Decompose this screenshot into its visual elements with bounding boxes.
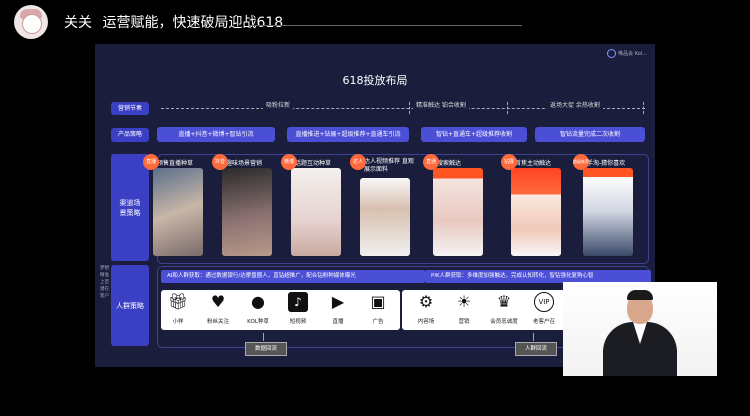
tv-icon: ▶ [331, 292, 345, 311]
header-underline [250, 25, 522, 26]
author-avatar[interactable] [14, 5, 48, 39]
channel-thumbnail [583, 168, 633, 256]
product-strategy-1: 直播+抖音+微博+智钻引流 [157, 127, 275, 142]
product-strategy-4: 智钻流量完成二次收割 [535, 127, 645, 142]
product-strategy-2: 直播推进+钻展+超级推荐+直通车引流 [287, 127, 409, 142]
channel-card-recommend: 超级推荐 手淘-猜你喜欢 [573, 154, 636, 258]
channel-caption: 搜索触达 [437, 160, 462, 167]
channel-caption: 首焦主动触达 [515, 160, 552, 167]
crowd-item-shortvideo: ♪ 短视频 [281, 292, 315, 325]
hearts-icon: ♥ [210, 292, 226, 311]
channel-caption: 达人视频推荐 直观展示面料 [364, 158, 414, 173]
slide-title: 618投放布局 [342, 74, 408, 87]
crowd-item-sample: 🎁︎ 小样 [161, 292, 195, 325]
logo-text: 唯品会 Kol... [618, 51, 647, 57]
channel-card-banner: 钻展 首焦主动触达 [501, 154, 564, 258]
badge-douyin: 抖音 [212, 154, 228, 170]
crowd-item-live: ▶ 直播 [321, 292, 355, 325]
crowd-item-loyalty: ♛ 会员忠诚度 [487, 292, 521, 325]
crowd-item-content: ⚙ 内容场 [409, 292, 443, 325]
timeline-phase-1: 吸粉拉新 [263, 100, 294, 109]
presenter-figure [603, 290, 677, 376]
crowd-item-label: 粉丝关注 [206, 319, 229, 325]
bulb-icon: ☀ [456, 292, 472, 311]
crowd-item-label: 会员忠诚度 [490, 319, 518, 325]
crowd-item-label: 老客户召 [532, 319, 555, 325]
channel-card-search: 直通 搜索触达 [423, 154, 486, 258]
pill-data-return: 数据回流 [245, 342, 287, 356]
crowd-item-label: 内容场 [417, 319, 435, 325]
timeline-phase-2: 精准触达 铂合收割 [413, 100, 469, 109]
row-label-product: 产品策略 [111, 128, 149, 142]
badge-banner: 钻展 [501, 154, 517, 170]
timeline-tick [409, 102, 411, 114]
channel-thumbnail [511, 168, 561, 256]
arrow-down-icon [533, 333, 534, 341]
crowd-item-label: 广告 [372, 319, 384, 325]
row-label-crowd: 人群策略 [111, 265, 149, 346]
crowd-item-fans: ♥ 粉丝关注 [201, 292, 235, 325]
presenter-hair [627, 290, 653, 300]
channel-thumbnail [153, 168, 203, 256]
gift-icon: 🎁︎ [168, 292, 189, 311]
timeline-phase-3: 返场大促 余热收割 [547, 100, 603, 109]
presenter-video[interactable] [563, 282, 717, 376]
crowd-item-label: 短视频 [289, 319, 307, 325]
ad-icon: ▣ [370, 292, 386, 311]
badge-recommend: 超级推荐 [573, 154, 589, 170]
row-label-channel-line1: 渠道场 [119, 198, 141, 207]
badge-livestream: 直播 [143, 154, 159, 170]
crowd-item-label: KOL种草 [247, 319, 269, 325]
timeline-tick [643, 102, 645, 114]
channel-thumbnail [360, 178, 410, 256]
row-label-channel-line2: 景策略 [119, 208, 141, 217]
kol-icon: ● [251, 292, 265, 311]
badge-kol: 达人 [350, 154, 366, 170]
row-label-channel: 渠道场 景策略 [111, 154, 149, 261]
crowd-item-marketing: ☀ 营销 [447, 292, 481, 325]
channel-thumbnail [291, 168, 341, 256]
crowd-item-ad: ▣ 广告 [361, 292, 395, 325]
channel-thumbnail [433, 168, 483, 256]
stream-header: 关关 运营赋能，快速破局迎战618 [64, 12, 283, 32]
vip-icon: VIP [534, 292, 554, 312]
gear-icon: ⚙ [418, 292, 434, 311]
channel-caption: 预售直播种草 [157, 160, 194, 167]
crown-icon: ♛ [496, 292, 512, 311]
crowd-item-label: 小样 [172, 319, 184, 325]
product-strategy-3: 智钻+直通车+超级推荐收割 [421, 127, 527, 142]
channel-card-douyin: 抖音 趣味场景营销 [212, 154, 275, 258]
channel-card-weibo: 微博 话题互动种草 [281, 154, 344, 258]
side-vertical-text: 梦想 精准 上百 潜在 客户 [100, 266, 109, 299]
slide-logo: 唯品会 Kol... [607, 49, 647, 58]
crowd-item-vip: VIP 老客户召 [527, 292, 561, 325]
row-label-rhythm: 营销节奏 [111, 102, 149, 115]
tiktok-icon: ♪ [288, 292, 308, 312]
logo-icon [607, 49, 617, 58]
channel-card-kol: 达人 达人视频推荐 直观展示面料 [350, 154, 414, 258]
arrow-down-icon [263, 333, 264, 341]
crowd-item-kol: ● KOL种草 [241, 292, 275, 325]
avatar-face [22, 14, 42, 34]
channel-caption: 趣味场景营销 [226, 160, 263, 167]
crowd-item-label: 直播 [332, 319, 344, 325]
channel-thumbnail [222, 168, 272, 256]
crowd-bar-ai: AI和人群获取：通过数据银行/达摩盘圈人，直钻超推广，配合钻粉种媒体曝光 [161, 270, 425, 283]
badge-search: 直通 [423, 154, 439, 170]
crowd-item-label: 营销 [458, 319, 470, 325]
author-name[interactable]: 关关 [64, 15, 92, 31]
pill-crowd-return: 人群回流 [515, 342, 557, 356]
stream-title: 运营赋能，快速破局迎战618 [102, 15, 284, 31]
channel-caption: 手淘-猜你喜欢 [587, 160, 626, 167]
badge-weibo: 微博 [281, 154, 297, 170]
channel-card-livestream: 直播 预售直播种草 [143, 154, 206, 258]
timeline-tick [507, 102, 509, 114]
channel-caption: 话题互动种草 [295, 160, 332, 167]
